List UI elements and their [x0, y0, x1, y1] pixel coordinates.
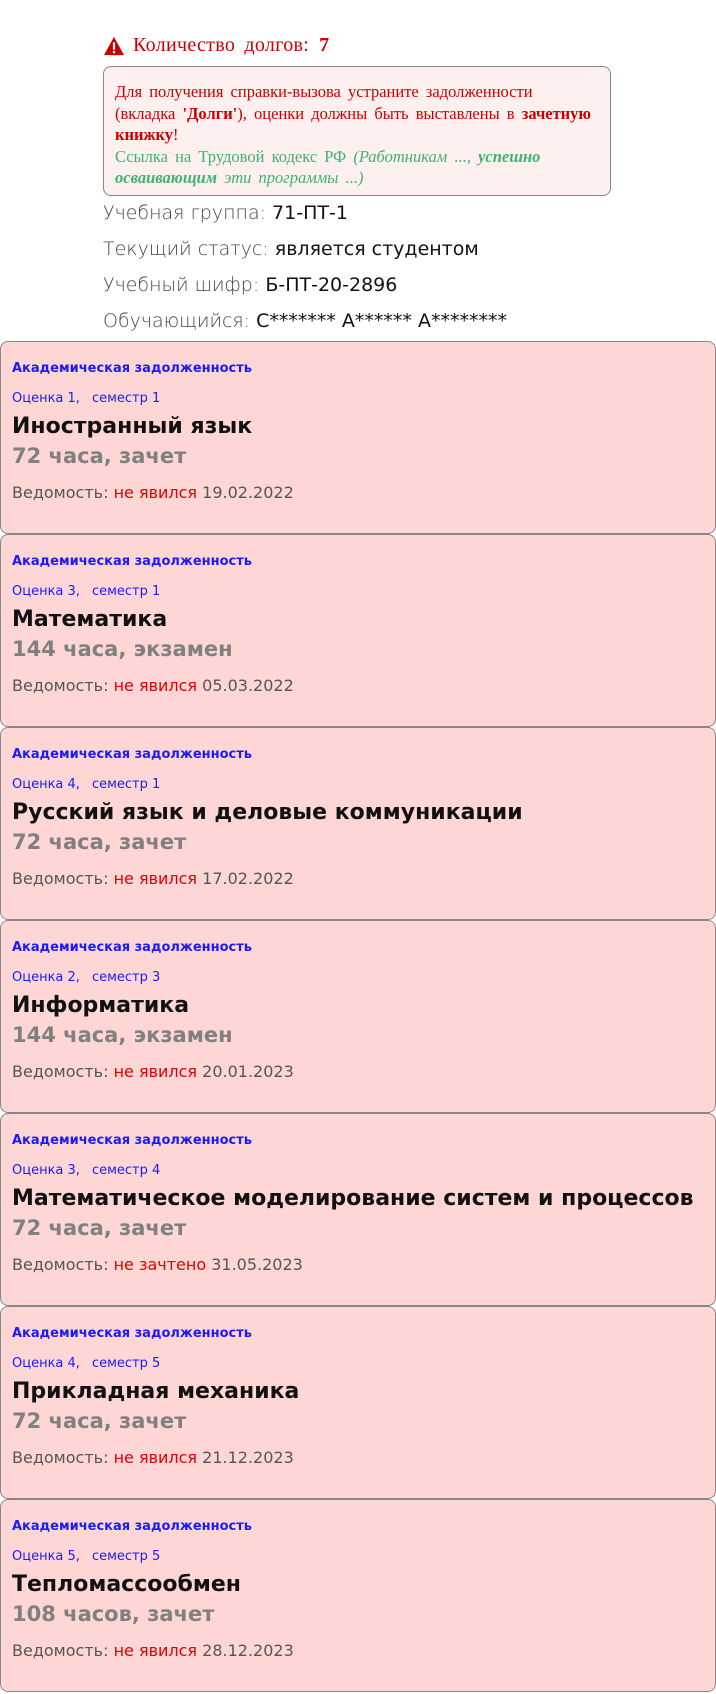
grade-semester: Оценка 4, семестр 1 [12, 777, 161, 792]
debt-card[interactable]: Академическая задолженность Оценка 3, сем… [0, 534, 716, 727]
subject-hours: 144 часа, экзамен [12, 637, 233, 661]
subject-hours: 144 часа, экзамен [12, 1023, 233, 1047]
debt-tag: Академическая задолженность [12, 1519, 253, 1534]
sheet-status: Ведомость: не явился 20.01.2023 [12, 1062, 294, 1081]
subject-hours: 72 часа, зачет [12, 444, 187, 468]
debts-tab-link[interactable]: 'Долги' [182, 104, 237, 123]
grade-semester: Оценка 1, семестр 1 [12, 391, 161, 406]
subject-title: Математика [12, 607, 168, 632]
debt-count-value: 7 [319, 34, 330, 56]
debt-card[interactable]: Академическая задолженность Оценка 5, сем… [0, 1499, 716, 1692]
grade-semester: Оценка 2, семестр 3 [12, 970, 161, 985]
debt-card[interactable]: Академическая задолженность Оценка 3, сем… [0, 1113, 716, 1306]
debt-tag: Академическая задолженность [12, 940, 253, 955]
subject-hours: 72 часа, зачет [12, 1216, 187, 1240]
sheet-status: Ведомость: не явился 21.12.2023 [12, 1448, 294, 1467]
notice-text: Для получения справки-вызова устраните з… [115, 82, 592, 144]
subject-title: Информатика [12, 993, 190, 1018]
debt-tag: Академическая задолженность [12, 747, 253, 762]
grade-semester: Оценка 5, семестр 5 [12, 1549, 161, 1564]
debt-tag: Академическая задолженность [12, 554, 253, 569]
subject-title: Математическое моделирование систем и пр… [12, 1186, 694, 1211]
notice-box: Для получения справки-вызова устраните з… [103, 66, 611, 196]
student-name: Обучающийся: С******* А****** А******** [103, 310, 507, 332]
subject-hours: 72 часа, зачет [12, 830, 187, 854]
current-status: Текущий статус: является студентом [103, 238, 479, 260]
sheet-status: Ведомость: не явился 05.03.2022 [12, 676, 294, 695]
subject-title: Прикладная механика [12, 1379, 300, 1404]
grade-semester: Оценка 3, семестр 1 [12, 584, 161, 599]
study-group: Учебная группа: 71-ПТ-1 [103, 202, 348, 224]
debt-count-label: Количество долгов: [133, 34, 310, 56]
sheet-status: Ведомость: не явился 17.02.2022 [12, 869, 294, 888]
grade-semester: Оценка 3, семестр 4 [12, 1163, 161, 1178]
debt-card[interactable]: Академическая задолженность Оценка 1, сем… [0, 341, 716, 534]
study-cipher: Учебный шифр: Б-ПТ-20-2896 [103, 274, 398, 296]
sheet-status: Ведомость: не зачтено 31.05.2023 [12, 1255, 303, 1274]
sheet-status: Ведомость: не явился 19.02.2022 [12, 483, 294, 502]
subject-hours: 72 часа, зачет [12, 1409, 187, 1433]
subject-title: Иностранный язык [12, 414, 253, 439]
debt-card[interactable]: Академическая задолженность Оценка 2, сем… [0, 920, 716, 1113]
subject-title: Тепломассообмен [12, 1572, 241, 1597]
debt-count: Количество долгов: 7 [103, 34, 329, 57]
grade-semester: Оценка 4, семестр 5 [12, 1356, 161, 1371]
debt-tag: Академическая задолженность [12, 1133, 253, 1148]
debt-tag: Академическая задолженность [12, 1326, 253, 1341]
debt-card[interactable]: Академическая задолженность Оценка 4, сем… [0, 1306, 716, 1499]
debt-card[interactable]: Академическая задолженность Оценка 4, сем… [0, 727, 716, 920]
subject-hours: 108 часов, зачет [12, 1602, 215, 1626]
sheet-status: Ведомость: не явился 28.12.2023 [12, 1641, 294, 1660]
warning-icon [104, 36, 124, 55]
labor-code-link[interactable]: Ссылка на Трудовой кодекс РФ (Работникам… [115, 147, 540, 188]
subject-title: Русский язык и деловые коммуникации [12, 800, 523, 825]
debt-tag: Академическая задолженность [12, 361, 253, 376]
